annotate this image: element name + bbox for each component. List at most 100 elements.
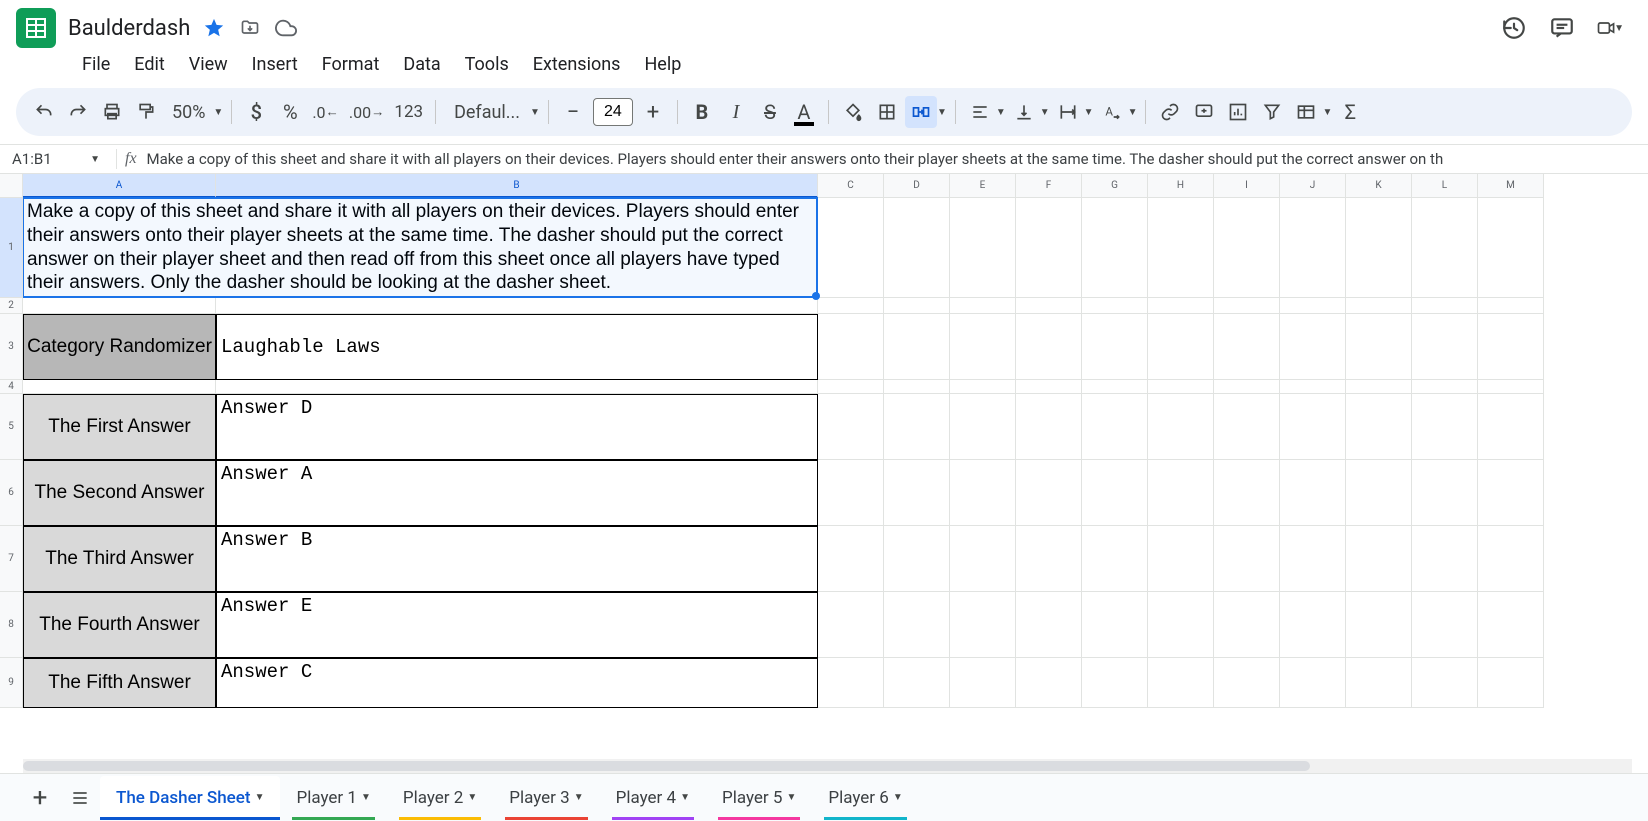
cell[interactable]: [1346, 526, 1412, 592]
cell[interactable]: [1280, 298, 1346, 314]
sheet-tab[interactable]: Player 5 ▼: [706, 776, 812, 820]
cell[interactable]: [1478, 380, 1544, 394]
category-label-cell[interactable]: Category Randomizer: [23, 314, 216, 380]
sheet-tab[interactable]: Player 3 ▼: [493, 776, 599, 820]
answer-label-cell[interactable]: The Second Answer: [23, 460, 216, 526]
row-header[interactable]: 1: [0, 198, 23, 298]
column-header[interactable]: A: [23, 174, 216, 198]
doc-title[interactable]: Baulderdash: [68, 16, 190, 41]
cell[interactable]: [1478, 298, 1544, 314]
column-header[interactable]: G: [1082, 174, 1148, 198]
cell[interactable]: [1280, 526, 1346, 592]
cell[interactable]: [1280, 592, 1346, 658]
increase-decimal-button[interactable]: .00→: [345, 96, 389, 128]
formula-input[interactable]: Make a copy of this sheet and share it w…: [147, 150, 1640, 168]
cell[interactable]: [1280, 314, 1346, 380]
menu-data[interactable]: Data: [393, 50, 450, 79]
horizontal-align-button[interactable]: [964, 96, 996, 128]
cell[interactable]: [1478, 658, 1544, 708]
sheet-tab[interactable]: Player 4 ▼: [600, 776, 706, 820]
cell[interactable]: [1478, 198, 1544, 298]
column-header[interactable]: F: [1016, 174, 1082, 198]
cloud-status-icon[interactable]: [274, 16, 298, 40]
cell[interactable]: [884, 394, 950, 460]
menu-help[interactable]: Help: [634, 50, 691, 79]
sheet-tab[interactable]: Player 2 ▼: [387, 776, 493, 820]
cell[interactable]: [818, 658, 884, 708]
cell[interactable]: [1412, 198, 1478, 298]
cell[interactable]: [1412, 526, 1478, 592]
answer-label-cell[interactable]: The Third Answer: [23, 526, 216, 592]
cell[interactable]: [884, 298, 950, 314]
chevron-down-icon[interactable]: ▼: [255, 792, 265, 803]
answer-value-cell[interactable]: Answer B: [216, 526, 818, 592]
font-size-input[interactable]: [593, 98, 633, 126]
cell[interactable]: [818, 460, 884, 526]
borders-button[interactable]: [871, 96, 903, 128]
column-header[interactable]: D: [884, 174, 950, 198]
cell[interactable]: [1346, 380, 1412, 394]
more-formats-button[interactable]: 123: [390, 96, 427, 128]
insert-chart-button[interactable]: [1222, 96, 1254, 128]
filter-button[interactable]: [1256, 96, 1288, 128]
undo-button[interactable]: [28, 96, 60, 128]
redo-button[interactable]: [62, 96, 94, 128]
cell[interactable]: [1280, 460, 1346, 526]
cell[interactable]: [1280, 198, 1346, 298]
cell[interactable]: [1478, 314, 1544, 380]
cell[interactable]: [1148, 380, 1214, 394]
cell[interactable]: [1016, 198, 1082, 298]
cell[interactable]: [818, 314, 884, 380]
cell[interactable]: [1346, 658, 1412, 708]
chevron-down-icon[interactable]: ▼: [1322, 107, 1332, 118]
percent-button[interactable]: %: [274, 96, 306, 128]
row-header[interactable]: 3: [0, 314, 23, 380]
cell[interactable]: [884, 592, 950, 658]
zoom-select[interactable]: 50%: [164, 102, 213, 123]
scrollbar-thumb[interactable]: [23, 761, 1310, 771]
cell[interactable]: [1016, 298, 1082, 314]
cell[interactable]: [884, 380, 950, 394]
answer-label-cell[interactable]: The First Answer: [23, 394, 216, 460]
merge-cells-button[interactable]: [905, 96, 937, 128]
cell[interactable]: [950, 298, 1016, 314]
column-header[interactable]: E: [950, 174, 1016, 198]
answer-value-cell[interactable]: Answer D: [216, 394, 818, 460]
cell[interactable]: [950, 460, 1016, 526]
cell[interactable]: [950, 526, 1016, 592]
row-header[interactable]: 9: [0, 658, 23, 708]
text-color-button[interactable]: A: [788, 96, 820, 128]
italic-button[interactable]: I: [720, 96, 752, 128]
cell[interactable]: [1148, 526, 1214, 592]
menu-view[interactable]: View: [179, 50, 238, 79]
cell[interactable]: [884, 658, 950, 708]
cell[interactable]: [1082, 460, 1148, 526]
chevron-down-icon[interactable]: ▼: [680, 792, 690, 803]
star-icon[interactable]: [202, 16, 226, 40]
column-header[interactable]: J: [1280, 174, 1346, 198]
cell[interactable]: [1412, 380, 1478, 394]
row-header[interactable]: 7: [0, 526, 23, 592]
chevron-down-icon[interactable]: ▼: [213, 107, 223, 118]
cell[interactable]: [1016, 380, 1082, 394]
answer-value-cell[interactable]: Answer A: [216, 460, 818, 526]
cell[interactable]: [1016, 460, 1082, 526]
cell[interactable]: [1082, 658, 1148, 708]
sheet-tab-active[interactable]: The Dasher Sheet ▼: [100, 776, 280, 820]
cell[interactable]: [1214, 394, 1280, 460]
paint-format-button[interactable]: [130, 96, 162, 128]
cell[interactable]: [1016, 592, 1082, 658]
cell[interactable]: [1412, 314, 1478, 380]
column-header[interactable]: L: [1412, 174, 1478, 198]
text-rotation-button[interactable]: A: [1096, 96, 1128, 128]
cell[interactable]: [1016, 526, 1082, 592]
cell[interactable]: [1478, 460, 1544, 526]
cell[interactable]: [1148, 394, 1214, 460]
decrease-decimal-button[interactable]: .0←: [308, 96, 343, 128]
table-view-button[interactable]: [1290, 96, 1322, 128]
column-header[interactable]: C: [818, 174, 884, 198]
cell[interactable]: [950, 592, 1016, 658]
increase-font-button[interactable]: +: [637, 96, 669, 128]
cell[interactable]: [1346, 298, 1412, 314]
cell[interactable]: [818, 592, 884, 658]
